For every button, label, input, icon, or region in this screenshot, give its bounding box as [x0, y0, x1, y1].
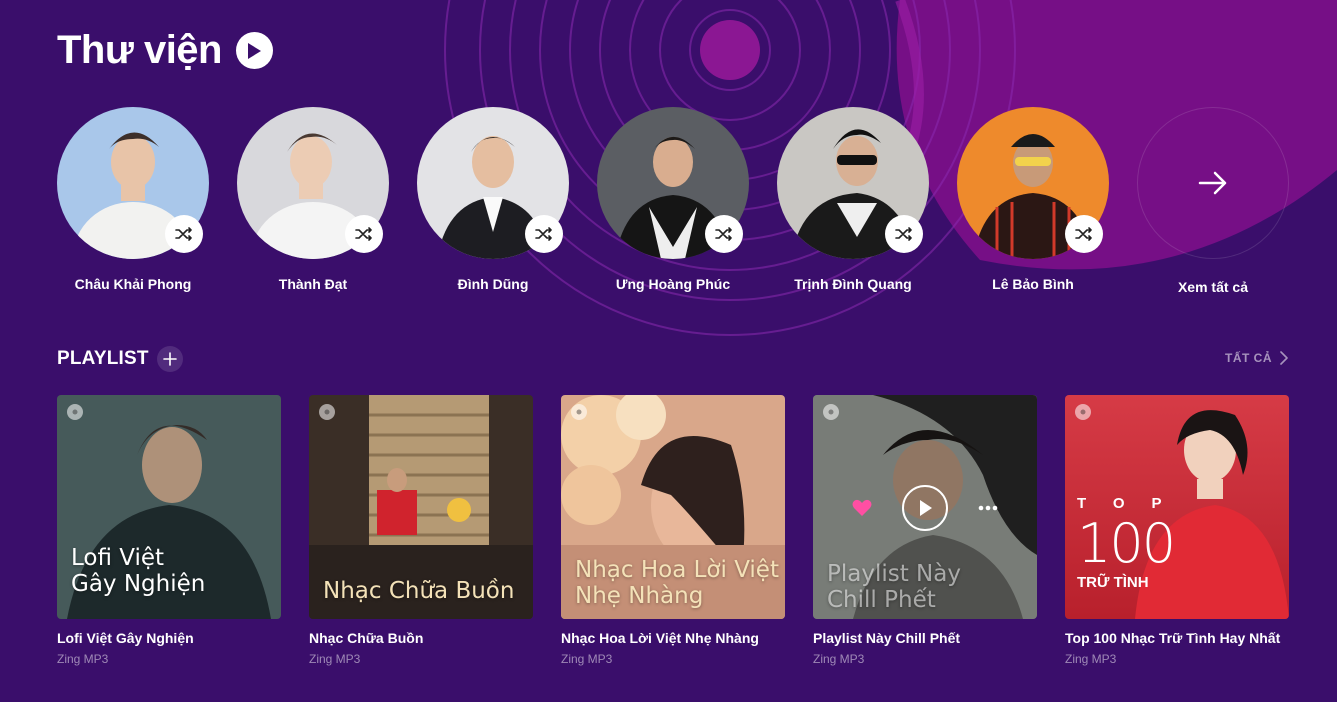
view-all-playlists-link[interactable]: TẤT CẢ	[1225, 351, 1288, 365]
playlist-title[interactable]: Top 100 Nhạc Trữ Tình Hay Nhất	[1065, 630, 1289, 646]
play-playlist-button[interactable]	[902, 485, 948, 531]
cover-line: Lofi Việt	[71, 545, 165, 571]
playlist-card[interactable]: Nhạc Chữa Buồn Nhạc Chữa Buồn Zing MP3	[309, 395, 533, 666]
artist-list: Châu Khải Phong Thành Đạt Đình Dũng Ưng …	[57, 107, 1289, 295]
cover-title: Lofi Việt Gây Nghiện	[71, 545, 205, 597]
cover-line: Nhẹ Nhàng	[575, 583, 704, 609]
shuffle-icon	[895, 227, 912, 241]
top-label: TOP	[1077, 495, 1189, 512]
arrow-right-icon	[1198, 171, 1227, 195]
artist-name[interactable]: Ưng Hoàng Phúc	[616, 276, 730, 292]
cover-line: Nhạc Chữa Buồn	[323, 578, 515, 604]
play-library-button[interactable]	[235, 32, 273, 69]
view-all-label: TẤT CẢ	[1225, 351, 1272, 365]
disc-icon	[67, 404, 83, 420]
plus-icon	[162, 352, 177, 366]
see-all-circle[interactable]	[1137, 107, 1289, 259]
playlist-cover[interactable]: Nhạc Chữa Buồn	[309, 395, 533, 619]
shuffle-button[interactable]	[1065, 215, 1103, 253]
cover-line: Nhạc Hoa Lời Việt	[575, 557, 779, 583]
shuffle-button[interactable]	[705, 215, 743, 253]
cover-title: Nhạc Hoa Lời Việt Nhẹ Nhàng	[575, 557, 779, 609]
playlist-title[interactable]: Nhạc Chữa Buồn	[309, 630, 533, 646]
playlist-owner: Zing MP3	[1065, 652, 1117, 666]
more-options-button[interactable]	[978, 505, 998, 511]
artist-name[interactable]: Lê Bảo Bình	[992, 276, 1074, 292]
library-header: Thư viện	[57, 28, 273, 73]
top100-badge: TOP 100 TRỮ TÌNH	[1077, 495, 1189, 591]
shuffle-icon	[1075, 227, 1092, 241]
playlist-card[interactable]: Playlist Này Chill Phết Playlist Này Chi…	[813, 395, 1037, 666]
heart-icon	[852, 499, 872, 516]
playlist-list: Lofi Việt Gây Nghiện Lofi Việt Gây Nghiệ…	[57, 395, 1289, 666]
artist-card[interactable]: Ưng Hoàng Phúc	[597, 107, 749, 295]
playlist-owner: Zing MP3	[309, 652, 361, 666]
shuffle-button[interactable]	[165, 215, 203, 253]
playlist-cover[interactable]: Lofi Việt Gây Nghiện	[57, 395, 281, 619]
disc-icon	[571, 404, 587, 420]
cover-line: Gây Nghiện	[71, 571, 206, 597]
add-playlist-button[interactable]	[156, 346, 183, 372]
shuffle-icon	[535, 227, 552, 241]
playlist-header: PLAYLIST	[57, 346, 183, 372]
artist-name[interactable]: Đình Dũng	[458, 276, 529, 292]
chevron-right-icon	[1280, 351, 1288, 365]
artist-name[interactable]: Châu Khải Phong	[75, 276, 192, 292]
shuffle-icon	[715, 227, 732, 241]
cover-line: Chill Phết	[827, 587, 936, 613]
playlist-cover[interactable]: TOP 100 TRỮ TÌNH	[1065, 395, 1289, 619]
play-icon	[920, 500, 932, 516]
cover-title: Playlist Này Chill Phết	[827, 561, 961, 613]
playlist-section-title: PLAYLIST	[57, 348, 149, 369]
more-icon	[978, 505, 998, 511]
disc-icon	[319, 404, 335, 420]
artist-card[interactable]: Lê Bảo Bình	[957, 107, 1109, 295]
playlist-card[interactable]: Lofi Việt Gây Nghiện Lofi Việt Gây Nghiệ…	[57, 395, 281, 666]
playlist-title[interactable]: Nhạc Hoa Lời Việt Nhẹ Nhàng	[561, 630, 785, 646]
playlist-card[interactable]: TOP 100 TRỮ TÌNH Top 100 Nhạc Trữ Tình H…	[1065, 395, 1289, 666]
playlist-card[interactable]: Nhạc Hoa Lời Việt Nhẹ Nhàng Nhạc Hoa Lời…	[561, 395, 785, 666]
shuffle-button[interactable]	[885, 215, 923, 253]
artist-card[interactable]: Đình Dũng	[417, 107, 569, 295]
disc-icon	[823, 404, 839, 420]
disc-icon	[1075, 404, 1091, 420]
cover-hover-controls	[813, 485, 1037, 531]
see-all-label[interactable]: Xem tất cả	[1178, 279, 1248, 295]
artist-card[interactable]: Trịnh Đình Quang	[777, 107, 929, 295]
shuffle-icon	[175, 227, 192, 241]
playlist-cover[interactable]: Nhạc Hoa Lời Việt Nhẹ Nhàng	[561, 395, 785, 619]
cover-title: Nhạc Chữa Buồn	[323, 578, 514, 604]
playlist-owner: Zing MP3	[57, 652, 109, 666]
page-title: Thư viện	[57, 28, 222, 72]
artist-name[interactable]: Trịnh Đình Quang	[794, 276, 911, 292]
playlist-title[interactable]: Lofi Việt Gây Nghiện	[57, 630, 281, 646]
top-number: 100	[1077, 512, 1176, 575]
playlist-owner: Zing MP3	[561, 652, 613, 666]
playlist-owner: Zing MP3	[813, 652, 865, 666]
playlist-cover[interactable]: Playlist Này Chill Phết	[813, 395, 1037, 619]
cover-line: Playlist Này	[827, 561, 961, 587]
shuffle-button[interactable]	[525, 215, 563, 253]
see-all-artists[interactable]: Xem tất cả	[1137, 107, 1289, 295]
play-icon	[248, 42, 262, 59]
playlist-title[interactable]: Playlist Này Chill Phết	[813, 630, 1037, 646]
top-genre: TRỮ TÌNH	[1077, 574, 1149, 591]
shuffle-icon	[355, 227, 372, 241]
artist-card[interactable]: Châu Khải Phong	[57, 107, 209, 295]
artist-name[interactable]: Thành Đạt	[279, 276, 347, 292]
favorite-button[interactable]	[852, 499, 872, 517]
shuffle-button[interactable]	[345, 215, 383, 253]
artist-card[interactable]: Thành Đạt	[237, 107, 389, 295]
